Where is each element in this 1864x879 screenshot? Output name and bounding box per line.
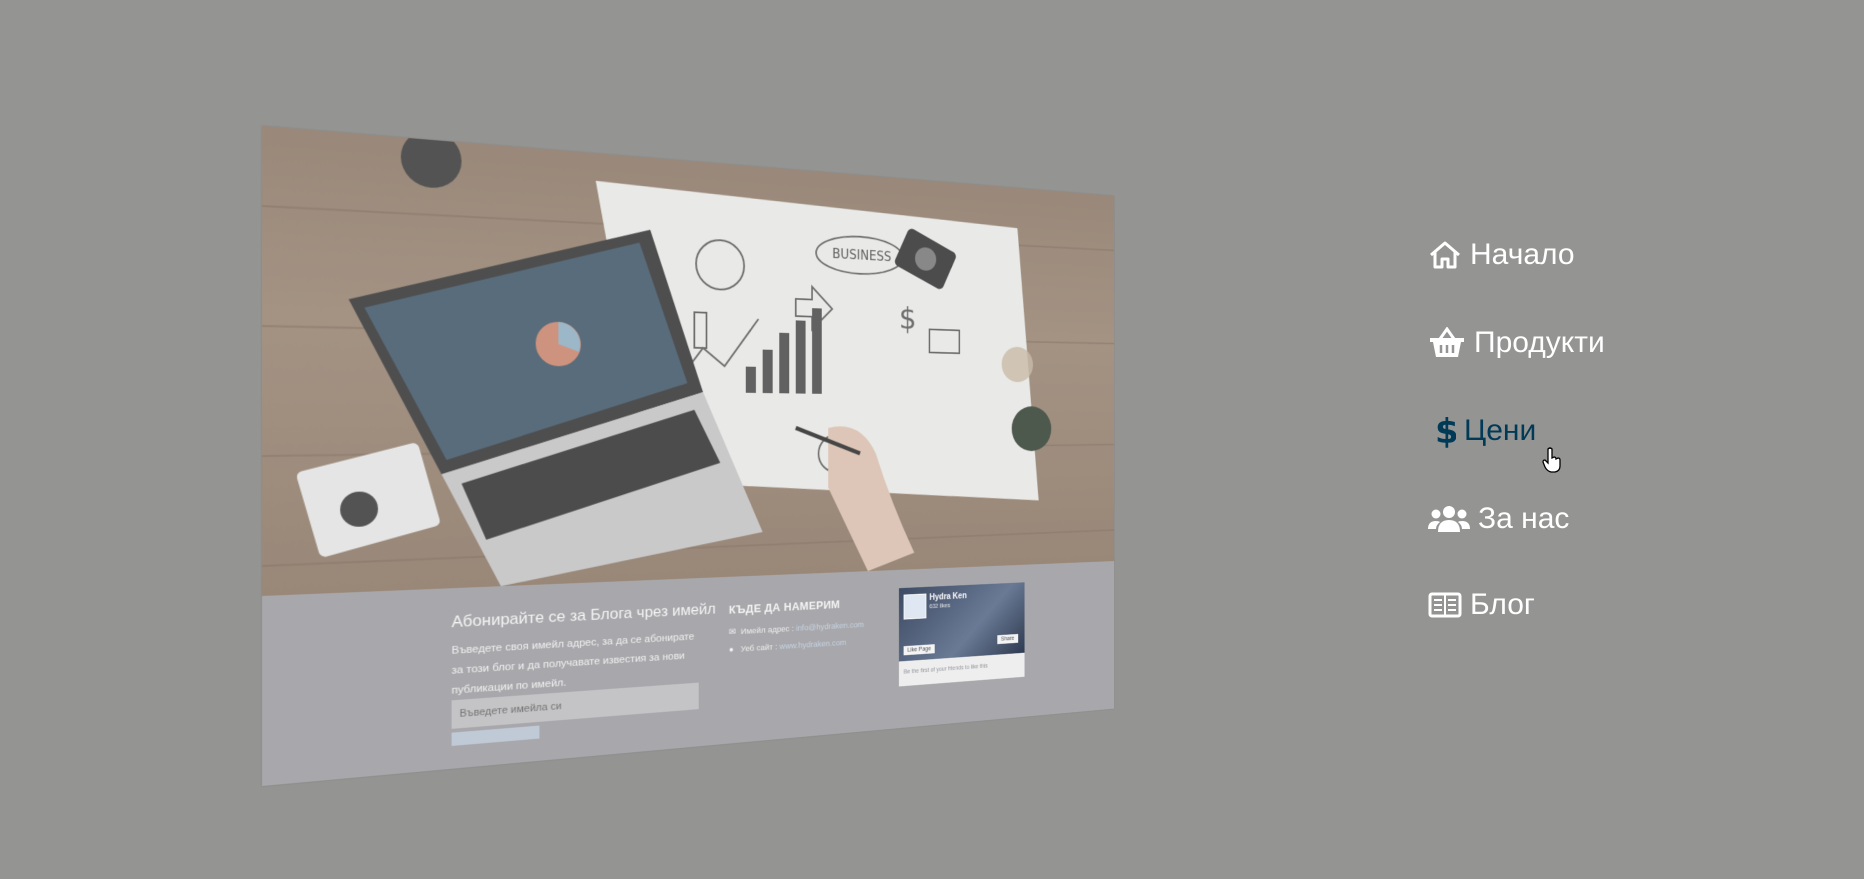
facebook-footer-text: Be the first of your friends to like thi… <box>903 663 988 676</box>
website-footer: Абонирайте се за Блога чрез имейл Въведе… <box>262 561 1115 786</box>
facebook-share-button[interactable]: Share <box>997 633 1018 645</box>
find-us-website: ● Уеб сайт : www.hydraken.com <box>728 638 847 655</box>
hero-image: BUSINESS $ <box>262 126 1115 596</box>
nav-item-products[interactable]: Продукти <box>1428 326 1605 360</box>
nav-label: Блог <box>1470 588 1535 621</box>
website-preview: BUSINESS $ Абонирайте се за Блога чрез и… <box>262 126 1115 786</box>
find-us-title: КЪДЕ ДА НАМЕРИМ <box>728 597 840 617</box>
subscribe-title: Абонирайте се за Блога чрез имейл <box>451 600 716 631</box>
globe-icon: ● <box>728 644 734 655</box>
nav-item-blog[interactable]: Блог <box>1428 588 1535 622</box>
page-preview-stage: BUSINESS $ Абонирайте се за Блога чрез и… <box>0 0 1864 879</box>
nav-label: Цени <box>1464 414 1537 447</box>
nav-label: Начало <box>1470 238 1575 271</box>
svg-text:$: $ <box>1435 412 1456 450</box>
find-us-email: ✉ Имейл адрес : info@hydraken.com <box>728 620 864 638</box>
website-link[interactable]: www.hydraken.com <box>780 638 847 652</box>
nav-item-about[interactable]: За нас <box>1428 502 1569 536</box>
facebook-widget: Hydra Ken 632 likes Like Page Share Be t… <box>898 582 1025 687</box>
nav-label: Продукти <box>1474 326 1605 359</box>
facebook-likes: 632 likes <box>929 603 951 610</box>
dollar-icon: $ <box>1434 412 1456 450</box>
facebook-avatar <box>903 593 927 620</box>
nav-item-pricing[interactable]: $ Цени <box>1434 412 1536 450</box>
subscribe-button[interactable] <box>451 725 540 746</box>
users-icon <box>1428 504 1470 534</box>
email-link[interactable]: info@hydraken.com <box>796 620 864 633</box>
basket-icon <box>1428 327 1466 359</box>
hand-cursor-icon <box>1542 447 1562 478</box>
nav-label: За нас <box>1478 502 1570 535</box>
facebook-page-name[interactable]: Hydra Ken <box>929 592 966 603</box>
hero-overlay <box>262 126 1115 596</box>
newspaper-icon <box>1428 591 1462 619</box>
home-icon <box>1428 240 1462 270</box>
envelope-icon: ✉ <box>728 627 736 638</box>
nav-item-home[interactable]: Начало <box>1428 238 1575 272</box>
